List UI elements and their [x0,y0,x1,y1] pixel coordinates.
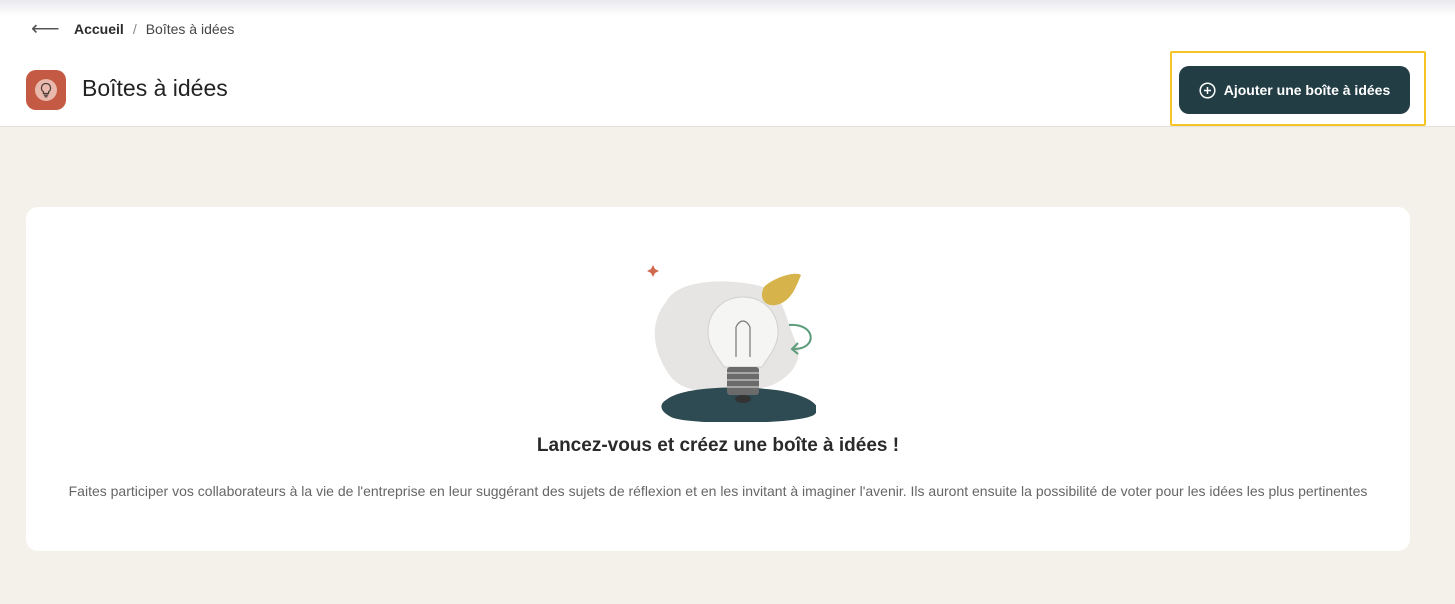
back-arrow-icon[interactable]: ⟵ [31,18,60,40]
breadcrumb-current: Boîtes à idées [145,21,235,37]
lightbulb-icon [26,70,66,110]
add-idea-box-label: Ajouter une boîte à idées [1223,82,1391,98]
breadcrumb: Accueil / Boîtes à idées [74,21,234,37]
empty-state-description: Faites participer vos collaborateurs à l… [68,483,1368,499]
add-idea-box-button[interactable]: Ajouter une boîte à idées [1179,66,1410,114]
page-header: ⟵ Accueil / Boîtes à idées Boîtes à idée… [0,0,1455,127]
plus-circle-icon [1199,81,1216,99]
breadcrumb-home-link[interactable]: Accueil [74,21,124,37]
lightbulb-illustration-icon [636,257,818,423]
breadcrumb-separator: / [132,21,137,37]
empty-state-card: Lancez-vous et créez une boîte à idées !… [26,207,1410,551]
page-title: Boîtes à idées [82,75,228,101]
empty-state-title: Lancez-vous et créez une boîte à idées ! [536,435,900,456]
